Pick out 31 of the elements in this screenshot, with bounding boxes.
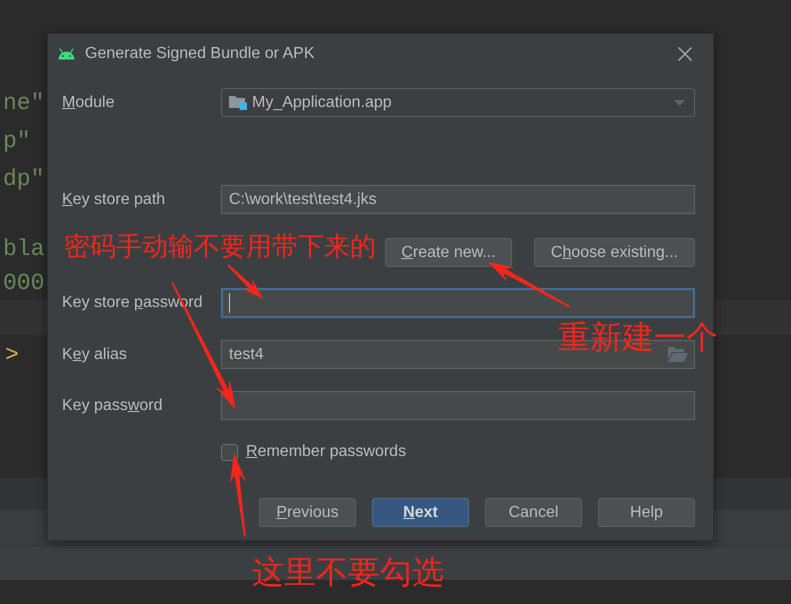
remember-passwords-checkbox[interactable] <box>221 444 238 460</box>
dialog-title: Generate Signed Bundle or APK <box>85 45 316 63</box>
annotation-text: 密码手动输不要用带下来的 <box>64 234 376 260</box>
previous-button[interactable]: Previous <box>259 498 356 527</box>
folder-icon <box>229 95 247 110</box>
key-store-path-field[interactable]: C:\work\test\test4.jks <box>221 185 695 214</box>
help-button[interactable]: Help <box>598 498 695 527</box>
robot-head-icon <box>57 48 76 60</box>
field-label: Key alias <box>62 346 128 364</box>
dropdown-arrow-icon <box>674 100 685 106</box>
close-icon[interactable] <box>678 47 692 61</box>
next-button[interactable]: Next <box>372 498 469 527</box>
key-password-field[interactable] <box>221 391 695 420</box>
code-text: ne" <box>3 89 44 118</box>
text-caret <box>229 293 230 313</box>
cancel-button[interactable]: Cancel <box>485 498 582 527</box>
module-dropdown[interactable]: My_Application.app <box>221 88 695 117</box>
key-store-password-field[interactable] <box>221 288 695 318</box>
field-label: Key store path <box>62 190 166 208</box>
code-text: 000 <box>3 269 44 298</box>
field-label: Key password <box>62 396 164 414</box>
code-text: p" <box>3 127 31 156</box>
code-text: > <box>5 341 19 370</box>
folder-icon[interactable] <box>668 347 688 362</box>
choose-existing-button[interactable]: Choose existing... <box>534 238 695 267</box>
field-label: Module <box>62 94 116 112</box>
create-new-button[interactable]: Create new... <box>385 238 512 267</box>
checkbox-label[interactable]: Remember passwords <box>246 443 406 461</box>
code-text: dp" <box>3 165 44 194</box>
annotation-text: 这里不要勾选 <box>252 556 444 588</box>
code-text: bla <box>3 235 44 264</box>
